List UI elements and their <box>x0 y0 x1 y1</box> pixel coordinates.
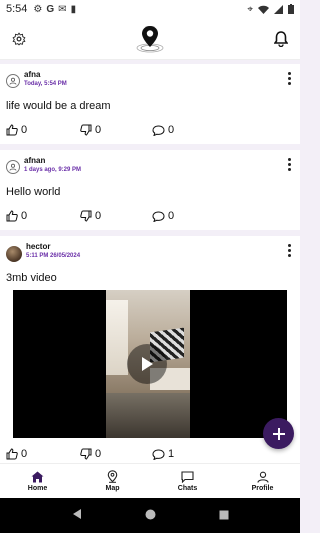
user-icon <box>9 77 17 85</box>
gear-icon <box>12 31 26 45</box>
gmail-icon: ✉ <box>58 3 67 15</box>
google-icon: G <box>46 3 55 15</box>
plus-icon <box>272 427 285 440</box>
avatar[interactable] <box>6 160 20 174</box>
post-more-button[interactable] <box>284 156 294 172</box>
nav-home[interactable]: Home <box>0 464 75 498</box>
thumbs-down-icon <box>80 210 92 222</box>
home-icon <box>31 471 44 482</box>
nav-chats[interactable]: Chats <box>150 464 225 498</box>
comment-button[interactable]: 0 <box>152 124 174 136</box>
dislike-button[interactable]: 0 <box>80 210 152 222</box>
thumbs-up-icon <box>6 448 18 460</box>
avatar[interactable] <box>6 74 20 88</box>
dislike-count: 0 <box>95 210 102 222</box>
map-pin-icon <box>107 470 118 483</box>
post-text: life would be a dream <box>6 100 111 112</box>
status-time: 5:54 <box>6 3 28 15</box>
post-username[interactable]: afna <box>24 70 284 79</box>
recents-square-icon <box>219 510 228 519</box>
signal-icon <box>274 4 283 14</box>
like-count: 0 <box>21 210 28 222</box>
thumbs-down-icon <box>80 448 92 460</box>
notifications-button[interactable] <box>270 28 292 50</box>
back-button[interactable] <box>72 507 82 525</box>
chat-icon <box>181 470 194 483</box>
recents-button[interactable] <box>219 507 229 525</box>
dislike-count: 0 <box>95 124 102 136</box>
system-nav-bar <box>0 498 300 533</box>
dislike-button[interactable]: 0 <box>80 124 152 136</box>
like-count: 0 <box>21 448 28 460</box>
post-time: Today, 5:54 PM <box>24 81 67 87</box>
comment-icon <box>152 210 165 222</box>
location-icon: ⌖ <box>247 3 253 15</box>
like-count: 0 <box>21 124 28 136</box>
user-icon <box>256 471 269 483</box>
create-post-button[interactable] <box>263 418 294 449</box>
home-system-button[interactable] <box>145 507 156 525</box>
post-time: 1 days ago, 9:29 PM <box>24 167 82 173</box>
like-button[interactable]: 0 <box>6 124 80 136</box>
post-text: 3mb video <box>6 272 57 284</box>
location-pin-logo-icon <box>136 25 164 52</box>
nav-map-label: Map <box>105 485 120 492</box>
back-triangle-icon <box>72 508 81 519</box>
sd-card-icon: ▮ <box>70 3 77 15</box>
app-header <box>0 18 300 60</box>
comment-icon <box>152 124 165 136</box>
status-bar: 5:54 ⚙ G ✉ ▮ ⌖ <box>0 0 300 18</box>
nav-chats-label: Chats <box>177 484 198 492</box>
comment-count: 1 <box>168 448 175 460</box>
post-username[interactable]: hector <box>26 242 284 251</box>
post-text: Hello world <box>6 186 61 198</box>
video-player[interactable] <box>13 290 287 438</box>
like-button[interactable]: 0 <box>6 448 80 460</box>
nav-profile[interactable]: Profile <box>225 464 300 498</box>
battery-icon <box>288 4 294 14</box>
thumbs-down-icon <box>80 124 92 136</box>
nav-home-label: Home <box>27 484 48 492</box>
avatar[interactable] <box>6 246 22 262</box>
thumbs-up-icon <box>6 210 18 222</box>
comment-button[interactable]: 1 <box>152 448 174 460</box>
post-card: afnan 1 days ago, 9:29 PM Hello world 0 … <box>0 150 300 230</box>
nav-profile-label: Profile <box>251 484 274 492</box>
comment-count: 0 <box>168 124 175 136</box>
post-card: afna Today, 5:54 PM life would be a drea… <box>0 64 300 144</box>
play-icon <box>142 357 153 371</box>
settings-button[interactable] <box>8 28 30 50</box>
post-more-button[interactable] <box>284 242 294 258</box>
thumbs-up-icon <box>6 124 18 136</box>
play-button[interactable] <box>127 344 167 384</box>
nav-map[interactable]: Map <box>75 464 150 498</box>
home-circle-icon <box>145 509 155 519</box>
comment-button[interactable]: 0 <box>152 210 174 222</box>
app-logo <box>135 24 165 54</box>
bottom-nav: Home Map Chats Profile <box>0 463 300 498</box>
like-button[interactable]: 0 <box>6 210 80 222</box>
dislike-count: 0 <box>95 448 102 460</box>
post-feed[interactable]: afna Today, 5:54 PM life would be a drea… <box>0 60 300 463</box>
wifi-icon <box>258 5 269 14</box>
bell-icon <box>274 30 288 47</box>
user-icon <box>9 163 17 171</box>
post-username[interactable]: afnan <box>24 156 284 165</box>
gear-icon: ⚙ <box>33 3 43 15</box>
comment-icon <box>152 448 165 460</box>
post-more-button[interactable] <box>284 70 294 86</box>
post-card: hector 5:11 PM 26/05/2024 3mb video 0 0 … <box>0 236 300 463</box>
comment-count: 0 <box>168 210 175 222</box>
dislike-button[interactable]: 0 <box>80 448 152 460</box>
post-time: 5:11 PM 26/05/2024 <box>26 253 81 259</box>
